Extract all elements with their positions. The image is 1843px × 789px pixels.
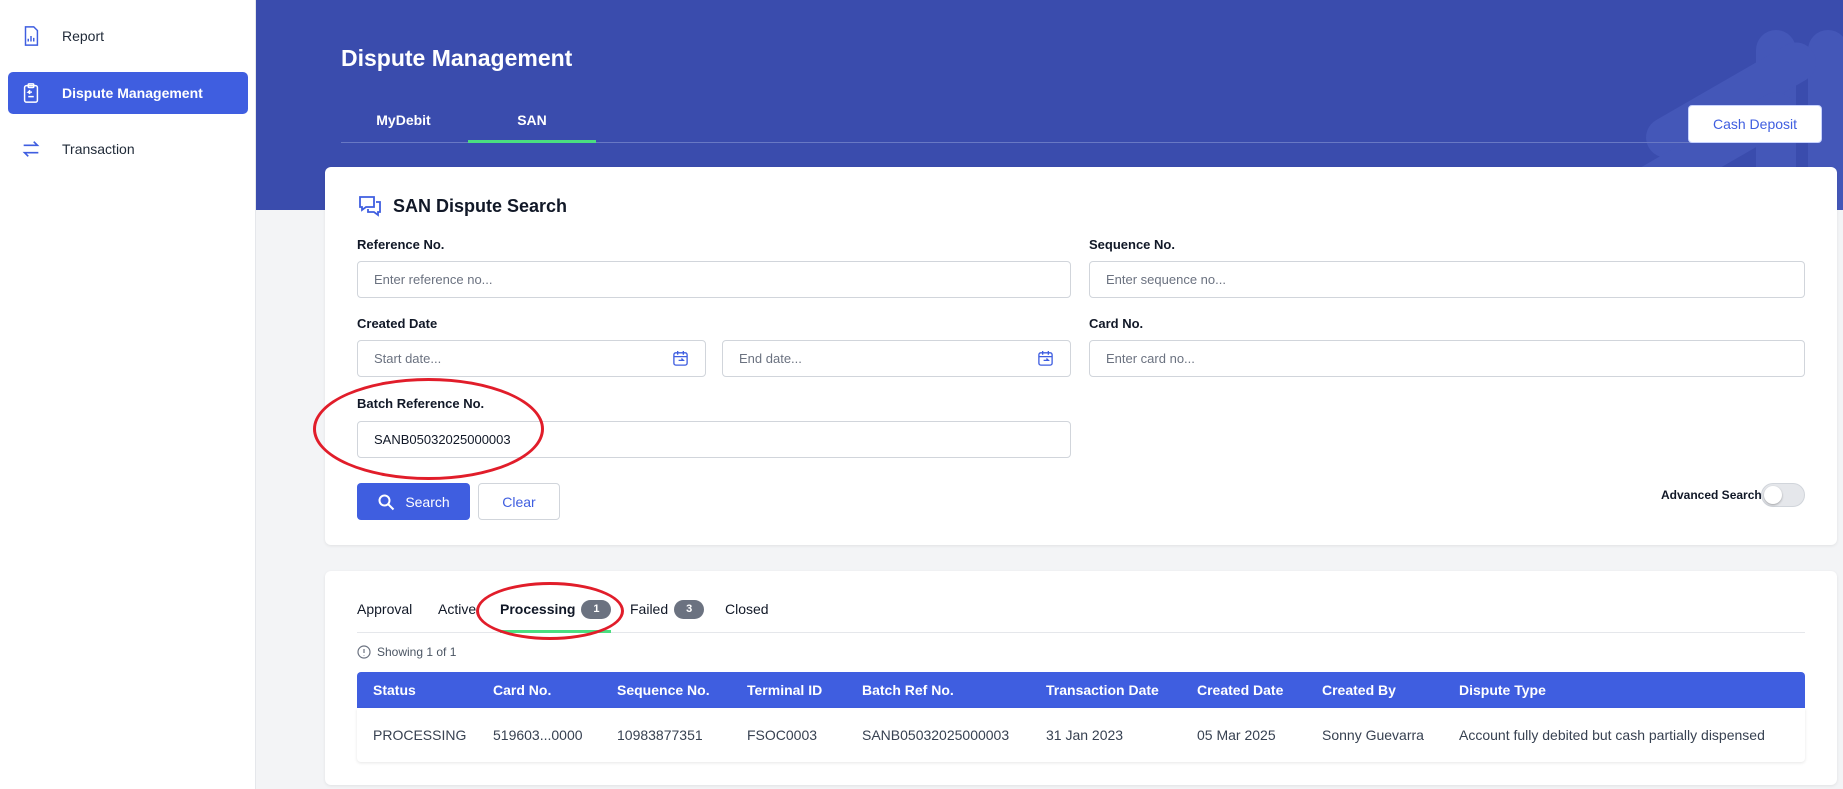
clear-button[interactable]: Clear	[478, 483, 560, 520]
column-header: Sequence No.	[617, 682, 710, 698]
sidebar-item-transaction[interactable]: Transaction	[8, 128, 248, 170]
reference-input[interactable]: Enter reference no...	[357, 261, 1071, 298]
count-badge: 1	[581, 600, 612, 619]
chat-bubbles-icon	[359, 196, 381, 217]
cell-status: PROCESSING	[373, 727, 467, 743]
sequence-input[interactable]: Enter sequence no...	[1089, 261, 1805, 298]
reference-label: Reference No.	[357, 237, 445, 252]
clipboard-icon	[23, 83, 39, 103]
column-header: Status	[373, 682, 416, 698]
search-title-text: SAN Dispute Search	[393, 195, 568, 216]
sidebar-item-label: Report	[62, 28, 105, 44]
sidebar-item-label: Dispute Management	[62, 85, 203, 101]
tab-label: Failed	[630, 601, 669, 617]
tab-label: Approval	[357, 601, 413, 617]
batch-label: Batch Reference No.	[357, 396, 485, 411]
column-header: Batch Ref No.	[862, 682, 954, 698]
advanced-search-toggle[interactable]	[1761, 483, 1805, 507]
tab-label: Active	[438, 601, 477, 617]
card-placeholder: Enter card no...	[1106, 351, 1195, 366]
cell-dispute-type: Account fully debited but cash partially…	[1459, 727, 1765, 743]
calendar-icon[interactable]	[672, 350, 689, 367]
card-input[interactable]: Enter card no...	[1089, 340, 1805, 377]
header-tabs: MyDebit SAN	[341, 100, 1741, 143]
advanced-search-label: Advanced Search	[1661, 488, 1762, 502]
cash-deposit-button[interactable]: Cash Deposit	[1688, 105, 1822, 143]
cell-card-no: 519603...0000	[493, 727, 583, 743]
tab-mydebit[interactable]: MyDebit	[341, 100, 466, 143]
tab-label: Processing	[500, 601, 576, 617]
results-card: Approval Active Processing 1 Failed 3 Clos…	[325, 571, 1837, 785]
results-table: Status Card No. Sequence No. Terminal ID…	[357, 672, 1805, 762]
sequence-placeholder: Enter sequence no...	[1106, 272, 1226, 287]
showing-text: Showing 1 of 1	[377, 645, 457, 659]
start-date-input[interactable]: Start date...	[357, 340, 706, 377]
column-header: Created By	[1322, 682, 1396, 698]
tab-failed[interactable]: Failed 3	[630, 597, 705, 633]
column-header: Dispute Type	[1459, 682, 1546, 698]
batch-reference-input[interactable]: SANB05032025000003	[357, 421, 1071, 458]
calendar-icon[interactable]	[1037, 350, 1054, 367]
search-card: SAN Dispute Search Reference No. Enter r…	[325, 167, 1837, 545]
sidebar: Report Dispute Management Transaction	[0, 0, 256, 789]
cell-transaction-date: 31 Jan 2023	[1046, 727, 1124, 743]
info-circle-icon	[357, 645, 371, 659]
tab-san[interactable]: SAN	[468, 100, 596, 143]
search-button-label: Search	[405, 493, 450, 510]
card-label: Card No.	[1089, 316, 1144, 331]
search-button[interactable]: Search	[357, 483, 470, 520]
tab-processing[interactable]: Processing 1	[500, 597, 612, 633]
column-header: Card No.	[493, 682, 552, 698]
tab-active[interactable]: Active	[438, 597, 476, 633]
tab-approval[interactable]: Approval	[357, 597, 412, 633]
sidebar-item-label: Transaction	[62, 141, 135, 157]
column-header: Terminal ID	[747, 682, 823, 698]
tab-closed[interactable]: Closed	[725, 597, 769, 633]
created-date-label: Created Date	[357, 316, 438, 331]
end-date-placeholder: End date...	[739, 351, 802, 366]
cell-batch-ref: SANB05032025000003	[862, 727, 1010, 743]
cell-created-by: Sonny Guevarra	[1322, 727, 1424, 743]
batch-reference-value: SANB05032025000003	[374, 432, 511, 447]
search-card-title: SAN Dispute Search	[357, 193, 567, 219]
search-icon	[378, 494, 395, 510]
sequence-label: Sequence No.	[1089, 237, 1175, 252]
reference-placeholder: Enter reference no...	[374, 272, 493, 287]
end-date-input[interactable]: End date...	[722, 340, 1071, 377]
table-header: Status Card No. Sequence No. Terminal ID…	[357, 672, 1805, 708]
column-header: Created Date	[1197, 682, 1284, 698]
cell-sequence-no: 10983877351	[617, 727, 703, 743]
showing-count: Showing 1 of 1	[357, 645, 456, 659]
sidebar-item-dispute-management[interactable]: Dispute Management	[8, 72, 248, 114]
start-date-placeholder: Start date...	[374, 351, 442, 366]
sidebar-item-report[interactable]: Report	[8, 15, 248, 57]
tab-label: Closed	[725, 601, 769, 617]
toggle-knob	[1764, 486, 1782, 504]
page-title: Dispute Management	[341, 45, 573, 71]
cell-created-date: 05 Mar 2025	[1197, 727, 1276, 743]
column-header: Transaction Date	[1046, 682, 1159, 698]
cell-terminal-id: FSOC0003	[747, 727, 818, 743]
count-badge: 3	[674, 600, 705, 619]
report-icon	[24, 26, 39, 46]
transfer-arrows-icon	[22, 141, 40, 157]
table-row[interactable]: PROCESSING 519603...0000 10983877351 FSO…	[357, 708, 1805, 762]
status-tabs: Approval Active Processing 1 Failed 3 Clos…	[357, 597, 1805, 633]
